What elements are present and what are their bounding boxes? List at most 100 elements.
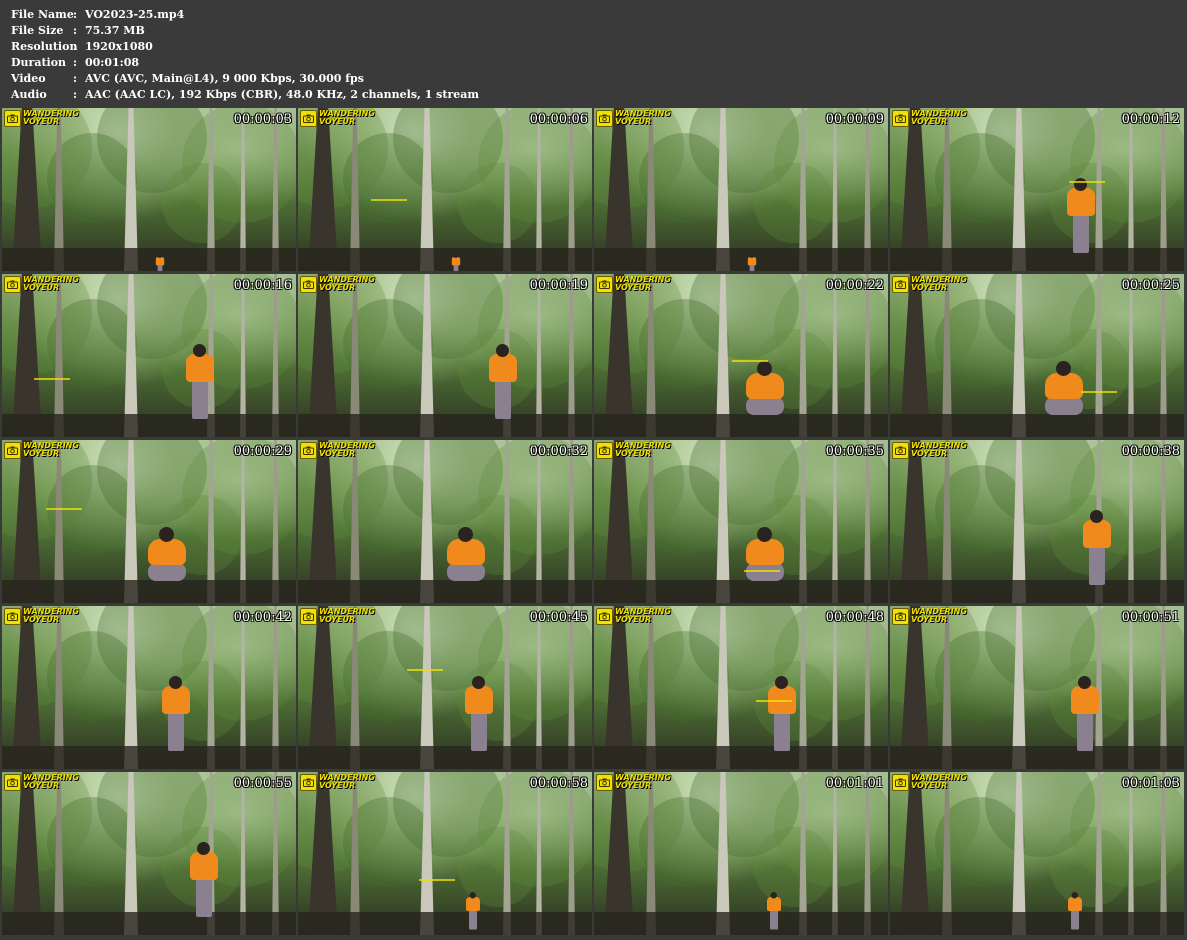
thumbnail-timestamp: 00:00:16 bbox=[233, 278, 292, 293]
channel-logo: WANDERING VOYEUR bbox=[596, 608, 671, 625]
logo-line-2: VOYEUR bbox=[319, 283, 356, 292]
logo-text: WANDERING VOYEUR bbox=[23, 442, 79, 458]
thumbnail-timestamp: 00:00:48 bbox=[825, 610, 884, 625]
forest-floor bbox=[594, 746, 888, 769]
forest-scene bbox=[594, 606, 888, 769]
info-row-video: Video : AVC (AVC, Main@L4), 9 000 Kbps, … bbox=[11, 71, 479, 87]
info-row-file-name: File Name : VO2023-25.mp4 bbox=[11, 7, 479, 23]
video-thumbnail[interactable]: WANDERING VOYEUR 00:00:12 bbox=[890, 108, 1184, 271]
video-thumbnail[interactable]: WANDERING VOYEUR 00:00:51 bbox=[890, 606, 1184, 769]
forest-scene bbox=[890, 440, 1184, 603]
channel-logo: WANDERING VOYEUR bbox=[596, 110, 671, 127]
forest-floor bbox=[2, 746, 296, 769]
foliage bbox=[458, 163, 538, 243]
logo-text: WANDERING VOYEUR bbox=[911, 608, 967, 624]
logo-line-2: VOYEUR bbox=[911, 781, 948, 790]
camera-icon bbox=[892, 608, 909, 625]
camera-icon bbox=[300, 110, 317, 127]
camera-icon bbox=[4, 608, 21, 625]
video-thumbnail[interactable]: WANDERING VOYEUR 00:00:03 bbox=[2, 108, 296, 271]
video-thumbnail[interactable]: WANDERING VOYEUR 00:00:38 bbox=[890, 440, 1184, 603]
video-thumbnail[interactable]: WANDERING VOYEUR 00:01:01 bbox=[594, 772, 888, 935]
logo-line-2: VOYEUR bbox=[911, 117, 948, 126]
logo-text: WANDERING VOYEUR bbox=[615, 110, 671, 126]
camera-icon bbox=[596, 110, 613, 127]
thumbnail-timestamp: 00:00:03 bbox=[233, 112, 292, 127]
channel-logo: WANDERING VOYEUR bbox=[4, 442, 79, 459]
thumbnail-timestamp: 00:00:25 bbox=[1121, 278, 1180, 293]
watermark-mark bbox=[1069, 181, 1105, 183]
logo-line-2: VOYEUR bbox=[615, 615, 652, 624]
info-value: AAC (AAC LC), 192 Kbps (CBR), 48.0 KHz, … bbox=[85, 88, 480, 101]
logo-text: WANDERING VOYEUR bbox=[23, 276, 79, 292]
channel-logo: WANDERING VOYEUR bbox=[300, 774, 375, 791]
logo-text: WANDERING VOYEUR bbox=[319, 110, 375, 126]
logo-text: WANDERING VOYEUR bbox=[615, 276, 671, 292]
thumbnail-timestamp: 00:00:42 bbox=[233, 610, 292, 625]
camera-icon bbox=[300, 608, 317, 625]
video-thumbnail[interactable]: WANDERING VOYEUR 00:00:35 bbox=[594, 440, 888, 603]
camera-icon bbox=[4, 774, 21, 791]
foliage bbox=[162, 163, 242, 243]
video-thumbnail[interactable]: WANDERING VOYEUR 00:00:42 bbox=[2, 606, 296, 769]
forest-scene bbox=[298, 108, 592, 271]
info-separator: : bbox=[73, 72, 78, 85]
watermark-mark bbox=[46, 508, 82, 510]
thumbnail-grid: WANDERING VOYEUR 00:00:03 WANDERING VOYEUR 00… bbox=[2, 108, 1185, 935]
channel-logo: WANDERING VOYEUR bbox=[892, 276, 967, 293]
logo-text: WANDERING VOYEUR bbox=[911, 442, 967, 458]
thumbnail-timestamp: 00:00:38 bbox=[1121, 444, 1180, 459]
info-label: Duration bbox=[11, 56, 67, 69]
forest-scene bbox=[890, 606, 1184, 769]
video-thumbnail[interactable]: WANDERING VOYEUR 00:00:55 bbox=[2, 772, 296, 935]
video-thumbnail[interactable]: WANDERING VOYEUR 00:00:25 bbox=[890, 274, 1184, 437]
video-thumbnail[interactable]: WANDERING VOYEUR 00:00:29 bbox=[2, 440, 296, 603]
person-figure bbox=[156, 676, 196, 756]
video-thumbnail[interactable]: WANDERING VOYEUR 00:00:19 bbox=[298, 274, 592, 437]
person-figure bbox=[1061, 178, 1101, 258]
person-figure bbox=[180, 344, 220, 424]
file-info-panel: File Name : VO2023-25.mp4 File Size : 75… bbox=[11, 7, 479, 103]
forest-floor bbox=[890, 746, 1184, 769]
camera-icon bbox=[300, 276, 317, 293]
watermark-mark bbox=[756, 700, 792, 702]
channel-logo: WANDERING VOYEUR bbox=[300, 110, 375, 127]
watermark-mark bbox=[732, 360, 768, 362]
info-separator: : bbox=[73, 40, 78, 53]
video-thumbnail[interactable]: WANDERING VOYEUR 00:00:16 bbox=[2, 274, 296, 437]
video-thumbnail[interactable]: WANDERING VOYEUR 00:00:32 bbox=[298, 440, 592, 603]
info-value: 00:01:08 bbox=[85, 56, 140, 69]
camera-icon bbox=[300, 442, 317, 459]
info-value: AVC (AVC, Main@L4), 9 000 Kbps, 30.000 f… bbox=[85, 72, 364, 85]
person-figure bbox=[1065, 676, 1105, 756]
logo-line-2: VOYEUR bbox=[23, 117, 60, 126]
thumbnail-timestamp: 00:00:22 bbox=[825, 278, 884, 293]
video-thumbnail[interactable]: WANDERING VOYEUR 00:00:06 bbox=[298, 108, 592, 271]
thumbnail-timestamp: 00:00:35 bbox=[825, 444, 884, 459]
watermark-mark bbox=[744, 570, 780, 572]
info-row-duration: Duration : 00:01:08 bbox=[11, 55, 479, 71]
video-thumbnail[interactable]: WANDERING VOYEUR 00:00:45 bbox=[298, 606, 592, 769]
thumbnail-timestamp: 00:00:32 bbox=[529, 444, 588, 459]
foliage bbox=[754, 163, 834, 243]
video-thumbnail[interactable]: WANDERING VOYEUR 00:00:48 bbox=[594, 606, 888, 769]
channel-logo: WANDERING VOYEUR bbox=[892, 110, 967, 127]
logo-line-2: VOYEUR bbox=[615, 117, 652, 126]
camera-icon bbox=[4, 442, 21, 459]
forest-floor bbox=[890, 414, 1184, 437]
person-figure bbox=[154, 254, 166, 271]
thumbnail-timestamp: 00:00:45 bbox=[529, 610, 588, 625]
video-thumbnail[interactable]: WANDERING VOYEUR 00:00:09 bbox=[594, 108, 888, 271]
thumbnail-timestamp: 00:00:09 bbox=[825, 112, 884, 127]
logo-line-2: VOYEUR bbox=[319, 781, 356, 790]
channel-logo: WANDERING VOYEUR bbox=[892, 608, 967, 625]
logo-text: WANDERING VOYEUR bbox=[615, 774, 671, 790]
video-thumbnail[interactable]: WANDERING VOYEUR 00:00:58 bbox=[298, 772, 592, 935]
video-thumbnail[interactable]: WANDERING VOYEUR 00:00:22 bbox=[594, 274, 888, 437]
logo-line-2: VOYEUR bbox=[911, 449, 948, 458]
info-value: 75.37 MB bbox=[85, 24, 145, 37]
camera-icon bbox=[892, 110, 909, 127]
video-thumbnail[interactable]: WANDERING VOYEUR 00:01:03 bbox=[890, 772, 1184, 935]
forest-scene bbox=[2, 274, 296, 437]
watermark-mark bbox=[1081, 391, 1117, 393]
